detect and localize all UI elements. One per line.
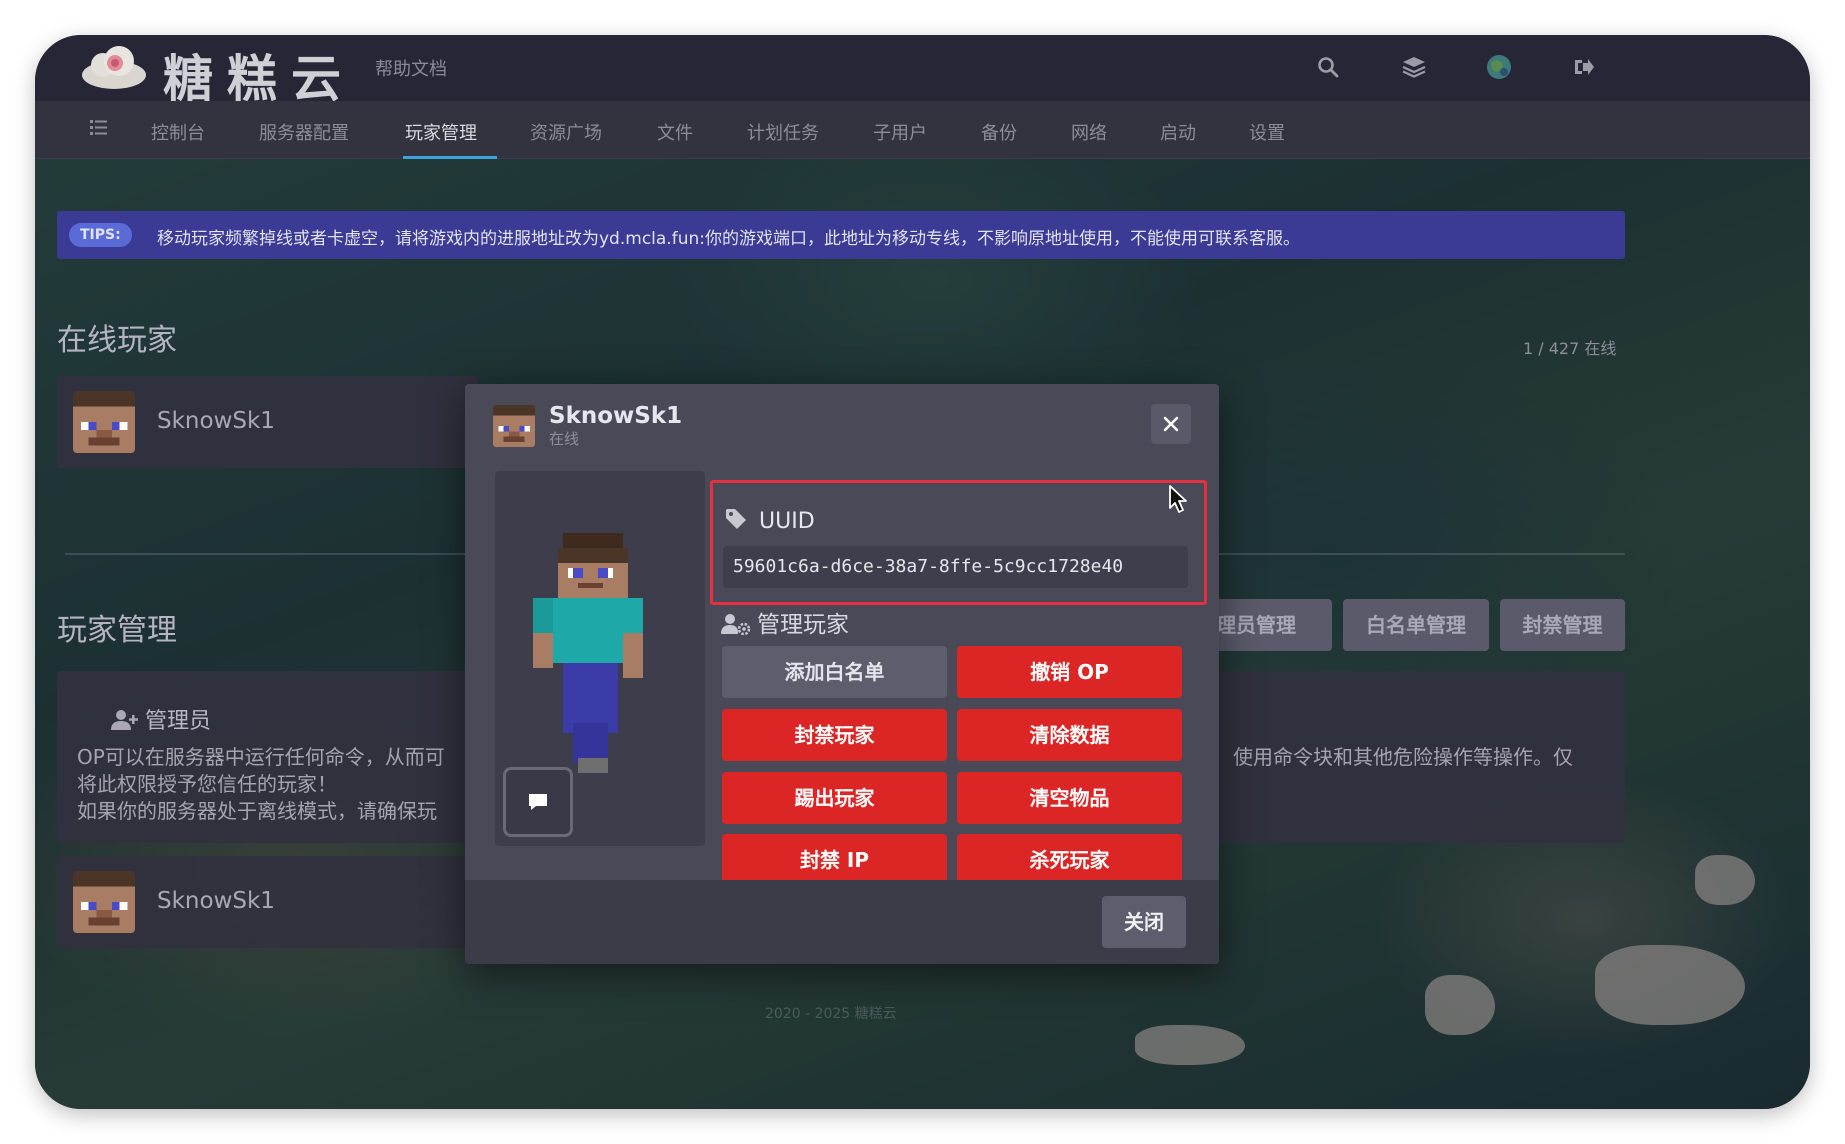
nav-settings[interactable]: 设置 xyxy=(1249,119,1285,145)
chat-button[interactable] xyxy=(503,767,573,837)
nav-console[interactable]: 控制台 xyxy=(151,119,205,145)
tab-whitelist-management[interactable]: 白名单管理 xyxy=(1343,599,1489,651)
admin-desc-line2: 将此权限授予您信任的玩家！ xyxy=(77,772,337,796)
top-header: 糖糕云 帮助文档 xyxy=(35,35,1810,108)
nav-network[interactable]: 网络 xyxy=(1071,119,1107,145)
footer-copyright: 2020 - 2025 糖糕云 xyxy=(765,1006,897,1022)
admin-desc-line1-cont: 使用命令块和其他危险操作等操作。仅 xyxy=(1233,745,1573,769)
admin-player-name: SknowSk1 xyxy=(157,888,275,914)
mouse-cursor-icon xyxy=(1168,484,1190,518)
player-skin-3d xyxy=(533,533,643,773)
uuid-value[interactable]: 59601c6a-d6ce-38a7-8ffe-5c9cc1728e40 xyxy=(723,546,1188,588)
nav-resource-plaza[interactable]: 资源广场 xyxy=(530,119,602,145)
modal-player-status: 在线 xyxy=(549,430,580,448)
ban-ip-button[interactable]: 封禁 IP xyxy=(722,834,947,886)
player-avatar xyxy=(73,391,135,453)
user-avatar-icon[interactable] xyxy=(1482,50,1516,84)
admin-desc-line3: 如果你的服务器处于离线模式，请确保玩 xyxy=(77,799,437,823)
nav-player-management[interactable]: 玩家管理 xyxy=(405,119,477,145)
manage-player-label: 管理玩家 xyxy=(721,605,849,639)
clear-data-button[interactable]: 清除数据 xyxy=(957,709,1182,761)
tag-icon xyxy=(726,509,746,529)
search-icon[interactable] xyxy=(1311,50,1345,84)
help-docs-link[interactable]: 帮助文档 xyxy=(375,55,447,81)
tips-banner: TIPS: 移动玩家频繁掉线或者卡虚空，请将游戏内的进服地址改为yd.mcla.… xyxy=(57,211,1625,259)
uuid-section: UUID 59601c6a-d6ce-38a7-8ffe-5c9cc1728e4… xyxy=(710,480,1207,605)
admin-player-card[interactable]: SknowSk1 xyxy=(57,856,477,948)
clear-items-button[interactable]: 清空物品 xyxy=(957,772,1182,824)
logout-icon[interactable] xyxy=(1567,50,1601,84)
nav-subusers[interactable]: 子用户 xyxy=(873,119,927,145)
layers-icon[interactable] xyxy=(1397,50,1431,84)
ban-player-button[interactable]: 封禁玩家 xyxy=(722,709,947,761)
modal-close-button[interactable]: 关闭 xyxy=(1102,896,1186,948)
kill-player-button[interactable]: 杀死玩家 xyxy=(957,834,1182,886)
add-whitelist-button[interactable]: 添加白名单 xyxy=(722,646,947,698)
uuid-label: UUID xyxy=(759,509,815,534)
kick-player-button[interactable]: 踢出玩家 xyxy=(722,772,947,824)
admin-heading: 管理员 xyxy=(111,703,211,735)
modal-player-name: SknowSk1 xyxy=(549,403,683,429)
player-management-title: 玩家管理 xyxy=(57,613,177,648)
revoke-op-button[interactable]: 撤销 OP xyxy=(957,646,1182,698)
skin-preview-panel xyxy=(495,471,705,846)
modal-player-avatar xyxy=(493,405,535,447)
online-player-name: SknowSk1 xyxy=(157,408,275,434)
nav-startup[interactable]: 启动 xyxy=(1160,119,1196,145)
nav-server-config[interactable]: 服务器配置 xyxy=(259,119,349,145)
user-cog-icon xyxy=(721,614,751,636)
online-count: 1 / 427 在线 xyxy=(1523,339,1617,358)
menu-list-icon[interactable] xyxy=(89,117,109,142)
admin-desc-line1: OP可以在服务器中运行任何命令，从而可 xyxy=(77,745,445,769)
modal-close-icon[interactable] xyxy=(1151,404,1191,444)
tips-badge: TIPS: xyxy=(69,223,132,247)
chat-bubble-icon xyxy=(529,794,547,810)
app-window: 糖糕云 帮助文档 控制台 服务器配置 玩家管理 资源广场 文件 计划任务 子用户… xyxy=(35,35,1810,1109)
tab-ban-management[interactable]: 封禁管理 xyxy=(1500,599,1625,651)
main-nav: 控制台 服务器配置 玩家管理 资源广场 文件 计划任务 子用户 备份 网络 启动… xyxy=(35,101,1810,159)
nav-scheduled-tasks[interactable]: 计划任务 xyxy=(747,119,819,145)
nav-backup[interactable]: 备份 xyxy=(981,119,1017,145)
online-players-title: 在线玩家 xyxy=(57,323,177,358)
tips-text: 移动玩家频繁掉线或者卡虚空，请将游戏内的进服地址改为yd.mcla.fun:你的… xyxy=(157,229,1300,249)
player-avatar xyxy=(73,871,135,933)
nav-active-indicator xyxy=(403,156,497,159)
online-player-card[interactable]: SknowSk1 xyxy=(57,376,477,468)
nav-files[interactable]: 文件 xyxy=(657,119,693,145)
user-plus-icon xyxy=(111,710,138,730)
logo-icon[interactable] xyxy=(79,41,149,91)
player-modal: SknowSk1 在线 UUID 59601c6a-d6ce-38a7-8ffe… xyxy=(465,384,1219,964)
